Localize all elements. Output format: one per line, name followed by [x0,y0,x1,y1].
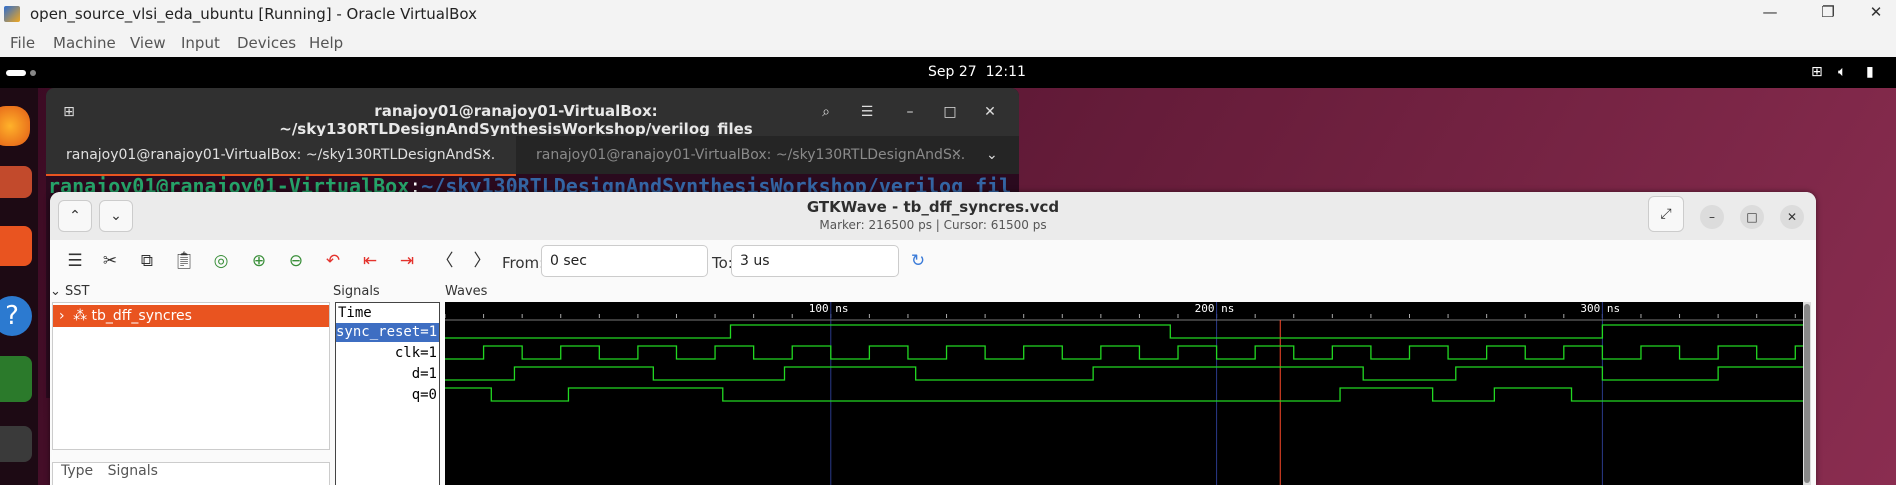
signals-pane-label: Signals [333,284,380,299]
gtkwave-maximize-button[interactable]: □ [1740,205,1764,229]
terminal-close-button[interactable]: ✕ [977,100,1003,124]
waveform-sync-reset [445,324,1803,339]
zoom-fit-icon[interactable]: ◎ [209,249,233,273]
terminal-title: ranajoy01@ranajoy01-VirtualBox: ~/sky130… [279,102,753,138]
marker-cursor-readout: Marker: 216500 ps | Cursor: 61500 ps [819,218,1047,232]
waveform-d [445,366,1803,381]
module-icon: ⁂ [73,308,88,324]
waves-pane-label: Waves [445,284,488,299]
next-edge-icon[interactable]: 〉 [470,249,494,273]
volume-icon[interactable]: 🔈︎ [1838,64,1846,80]
new-tab-icon[interactable]: ⊞ [56,100,82,124]
network-icon[interactable]: ⊞ [1811,64,1823,80]
sst-header[interactable]: ⌄ SST [50,284,89,299]
zoom-in-icon[interactable]: ⊕ [247,249,271,273]
terminal-tab-2[interactable]: ranajoy01@ranajoy01-VirtualBox: ~/sky130… [516,136,986,174]
zoom-to-end-icon[interactable]: ⇥ [395,249,419,273]
waveform-q [445,387,1803,402]
from-label: From: [502,254,545,272]
gtkwave-window: ⌃ ⌄ GTKWave - tb_dff_syncres.vcd Marker:… [50,192,1816,485]
previous-edge-icon[interactable]: 〈 [433,249,457,273]
restore-button[interactable]: ❐ [1813,3,1843,21]
reload-icon[interactable]: ↻ [906,249,930,273]
terminal-headerbar: ⊞ ranajoy01@ranajoy01-VirtualBox: ~/sky1… [46,88,1019,138]
terminal-icon[interactable] [0,426,32,462]
gtkwave-toolbar: ☰ ✂ ⧉ 📋︎ ◎ ⊕ ⊖ ↶ ⇤ ⇥ 〈 〉 From: To: ↻ [50,240,1816,282]
signal-row-d[interactable]: d=1 [336,365,439,384]
workspace-indicator[interactable] [6,70,26,76]
to-label: To: [712,254,733,272]
menu-icon[interactable]: ☰ [63,249,87,273]
menu-machine[interactable]: Machine [53,34,116,52]
menu-view[interactable]: View [130,34,166,52]
virtualbox-titlebar: open_source_vlsi_eda_ubuntu [Running] - … [0,0,1896,29]
copy-icon[interactable]: ⧉ [135,249,159,273]
minimize-button[interactable]: — [1755,3,1785,21]
time-tick-label: 100 ns [809,302,849,315]
software-icon[interactable] [0,226,32,266]
gtkwave-minimize-button[interactable]: – [1700,205,1724,229]
menu-devices[interactable]: Devices [237,34,296,52]
signal-row-clk[interactable]: clk=1 [336,344,439,363]
search-icon[interactable]: ⌕ [813,100,839,124]
gtkwave-close-button[interactable]: ✕ [1780,205,1804,229]
from-input[interactable] [541,245,708,277]
close-button[interactable]: ✕ [1861,3,1891,21]
zoom-to-start-icon[interactable]: ⇤ [358,249,382,273]
waves-scrollbar[interactable] [1803,302,1811,485]
vim-icon[interactable] [0,356,32,402]
files-icon[interactable] [0,166,32,198]
paste-icon[interactable]: 📋︎ [172,249,196,273]
menu-file[interactable]: File [10,34,35,52]
menubar: File Machine View Input Devices Help [0,29,1896,58]
clock[interactable]: Sep 27 12:11 [928,64,1026,80]
help-icon[interactable]: ? [0,296,32,336]
tab-close-icon[interactable]: ✕ [951,136,962,174]
menu-input[interactable]: Input [181,34,220,52]
hamburger-menu-icon[interactable]: ☰ [854,100,880,124]
ubuntu-topbar: Sep 27 12:11 ⊞ 🔈︎ ▮ [0,57,1896,88]
gtkwave-headerbar: ⌃ ⌄ GTKWave - tb_dff_syncres.vcd Marker:… [50,192,1816,240]
signal-row-q[interactable]: q=0 [336,386,439,405]
undo-zoom-icon[interactable]: ↶ [321,249,345,273]
signal-row-sync-reset[interactable]: sync_reset=1 [336,323,439,342]
signals-pane: Time sync_reset=1 clk=1 d=1 q=0 [335,302,440,485]
firefox-icon[interactable] [0,106,30,146]
menu-help[interactable]: Help [309,34,343,52]
virtualbox-app-icon [4,6,20,22]
waveform-clk [445,345,1803,360]
terminal-maximize-button[interactable]: □ [937,100,963,124]
terminal-tab-1[interactable]: ranajoy01@ranajoy01-VirtualBox: ~/sky130… [46,136,516,176]
waveform-view[interactable]: 100 ns 200 ns 300 ns [445,302,1803,485]
to-input[interactable] [731,245,899,277]
cut-icon[interactable]: ✂ [98,249,122,273]
window-title: open_source_vlsi_eda_ubuntu [Running] - … [30,5,478,23]
time-tick-label: 200 ns [1195,302,1235,315]
terminal-minimize-button[interactable]: – [897,100,923,124]
battery-icon[interactable]: ▮ [1866,64,1874,80]
tabs-dropdown-icon[interactable]: ⌄ [986,136,998,174]
terminal-tabs: ranajoy01@ranajoy01-VirtualBox: ~/sky130… [46,136,1019,176]
tab-close-icon[interactable]: ✕ [481,136,492,174]
gtkwave-title: GTKWave - tb_dff_syncres.vcd [806,198,1060,216]
sst-item-tb-dff-syncres[interactable]: › ⁂ tb_dff_syncres [53,305,329,327]
dock: ? [0,88,38,485]
fullscreen-icon[interactable]: ⤢ [1648,196,1684,232]
sst-tree: › ⁂ tb_dff_syncres [52,302,330,450]
time-header: Time [338,305,372,321]
expander-icon[interactable]: › [59,308,65,324]
time-tick-label: 300 ns [1580,302,1620,315]
sst-signal-list-header: Type Signals [52,462,330,485]
workspace-dot[interactable] [30,70,36,76]
zoom-out-icon[interactable]: ⊖ [284,249,308,273]
